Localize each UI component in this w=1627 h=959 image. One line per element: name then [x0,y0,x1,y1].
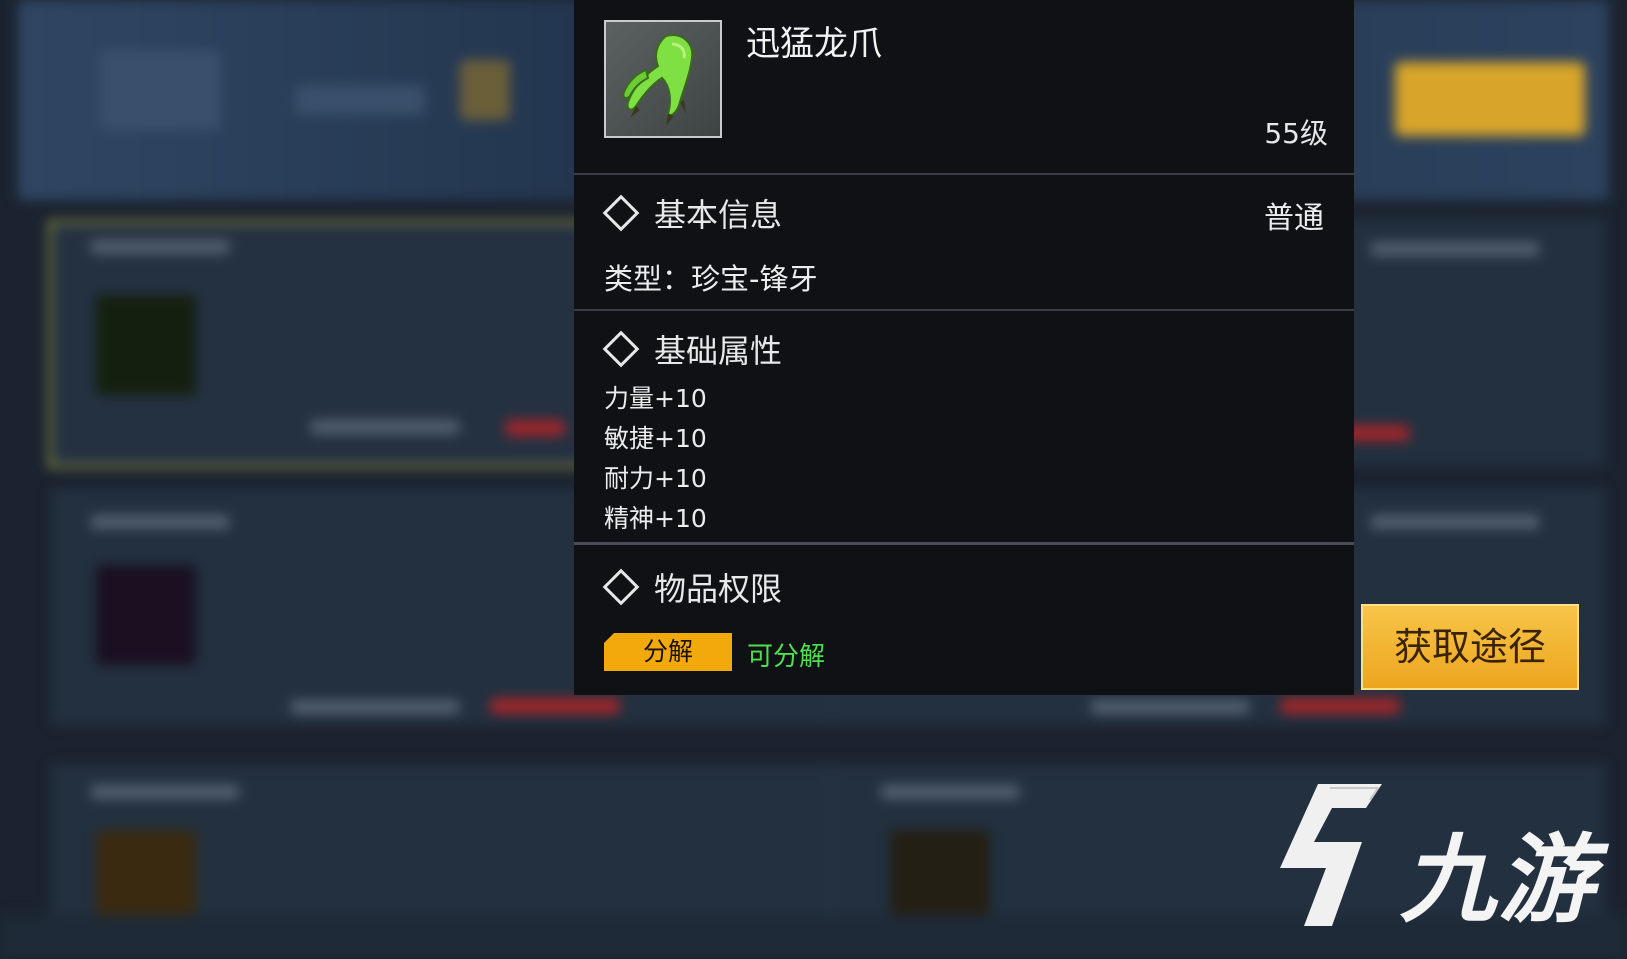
background-text-blur [90,515,230,529]
stat-strength: 力量+10 [604,384,707,413]
diamond-icon [602,330,640,368]
item-name: 迅猛龙爪 [746,24,882,64]
background-red-text [490,698,620,714]
section-permissions: 物品权限 [602,564,783,610]
item-tooltip-panel: 迅猛龙爪 55级 基本信息 普通 类型：珍宝-锋牙 基础属性 力量+10 敏捷+… [574,0,1354,695]
item-type: 类型：珍宝-锋牙 [604,262,818,296]
watermark-logo: 九游 [1270,780,1600,936]
section-heading: 基础属性 [654,332,783,370]
background-text-blur [880,785,1020,799]
divider [574,173,1354,175]
stat-spirit: 精神+10 [604,504,707,533]
section-heading: 物品权限 [654,570,783,608]
item-icon-frame [604,20,722,138]
background-avatar [100,50,220,130]
decompose-tag: 分解 [604,633,732,671]
background-red-text [505,420,565,436]
background-text-blur [1370,515,1540,529]
stat-agility: 敏捷+10 [604,424,707,453]
divider [574,309,1354,311]
divider [574,542,1354,545]
item-level: 55级 [1264,117,1328,150]
watermark-text: 九游 [1400,824,1596,936]
background-gold-button [1395,62,1585,136]
diamond-icon [602,568,640,606]
jiuyou-logo-icon [1280,784,1382,926]
acquire-source-button[interactable]: 获取途径 [1361,604,1579,690]
background-text-blur [90,240,230,254]
rarity-label: 普通 [1264,201,1324,236]
background-text-blur [310,420,460,434]
section-base-attributes: 基础属性 [602,326,783,372]
section-basic-info: 基本信息 [602,190,783,236]
background-text-blur [90,785,240,799]
stat-stamina: 耐力+10 [604,464,707,493]
background-thumb [96,565,196,665]
decompose-status: 可分解 [747,642,826,672]
background-red-text [1280,698,1400,714]
background-text-blur [1370,242,1540,256]
background-emblem [460,60,510,120]
section-heading: 基本信息 [654,196,783,234]
background-title-blur [295,85,425,115]
diamond-icon [602,194,640,232]
background-thumb [96,295,196,395]
green-claw-icon [622,34,694,126]
background-text-blur [1090,700,1250,714]
background-text-blur [290,700,460,714]
